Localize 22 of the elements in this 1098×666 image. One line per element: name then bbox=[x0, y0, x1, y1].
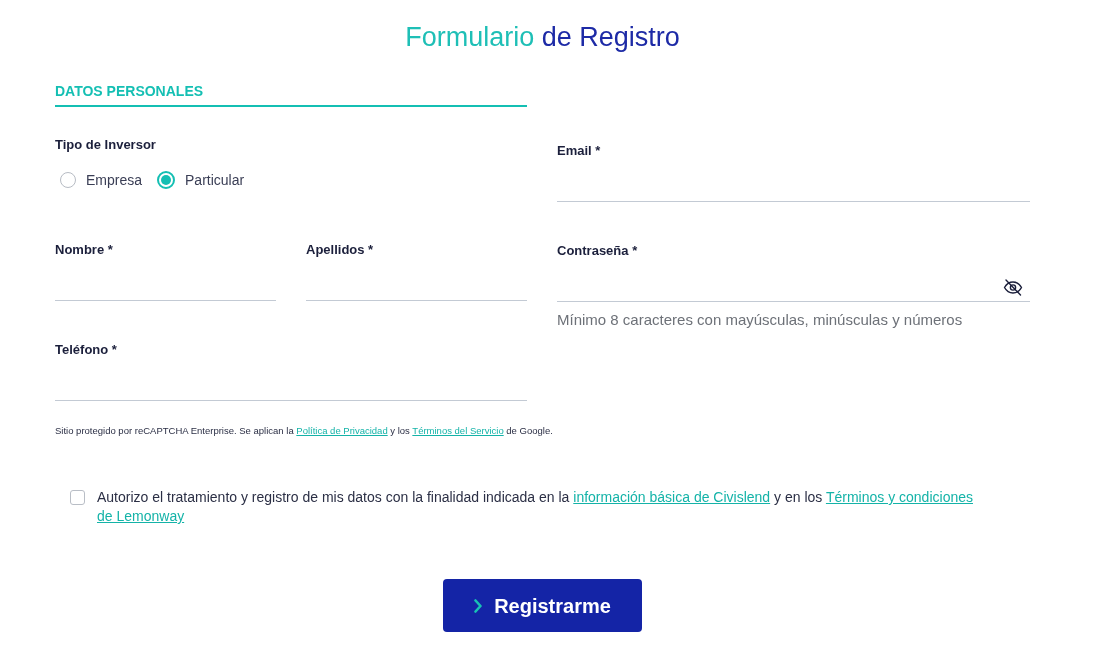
field-label: Nombre * bbox=[55, 242, 113, 258]
chevron-right-icon bbox=[474, 598, 483, 613]
link[interactable]: Política de Privacidad bbox=[296, 425, 388, 436]
radio-option[interactable]: Particular bbox=[157, 170, 245, 190]
field-label: Email * bbox=[557, 143, 601, 159]
field-label: Apellidos * bbox=[306, 242, 374, 258]
register-button[interactable]: Registrarme bbox=[443, 579, 642, 632]
recaptcha-notice: Sitio protegido por reCAPTCHA Enterprise. Se aplican la Política de Privacidad y los Términos del Servicio de Google. bbox=[55, 424, 553, 438]
consent-text: Autorizo el tratamiento y registro de mis datos con la finalidad indicada en la información básica de Civislend y en los Términos y condiciones de Lemonway bbox=[97, 488, 974, 526]
section-heading: DATOS PERSONALES bbox=[55, 80, 527, 107]
password-hint: Mínimo 8 caracteres con mayúsculas, minúsculas y números bbox=[557, 310, 963, 330]
field-label: Tipo de Inversor bbox=[55, 137, 156, 153]
link[interactable]: Términos del Servicio bbox=[412, 425, 504, 436]
radio-option[interactable]: Empresa bbox=[60, 170, 143, 190]
link[interactable]: de Lemonway bbox=[97, 508, 185, 524]
link[interactable]: Términos y condiciones bbox=[825, 489, 973, 505]
eye-slash-icon[interactable] bbox=[1003, 279, 1023, 296]
field-label: Contraseña * bbox=[557, 243, 638, 259]
field-label: Teléfono * bbox=[55, 342, 117, 358]
link[interactable]: información básica de Civislend bbox=[573, 489, 771, 505]
page-title: Formulario de Registro bbox=[404, 21, 681, 54]
checkbox[interactable] bbox=[70, 490, 85, 505]
